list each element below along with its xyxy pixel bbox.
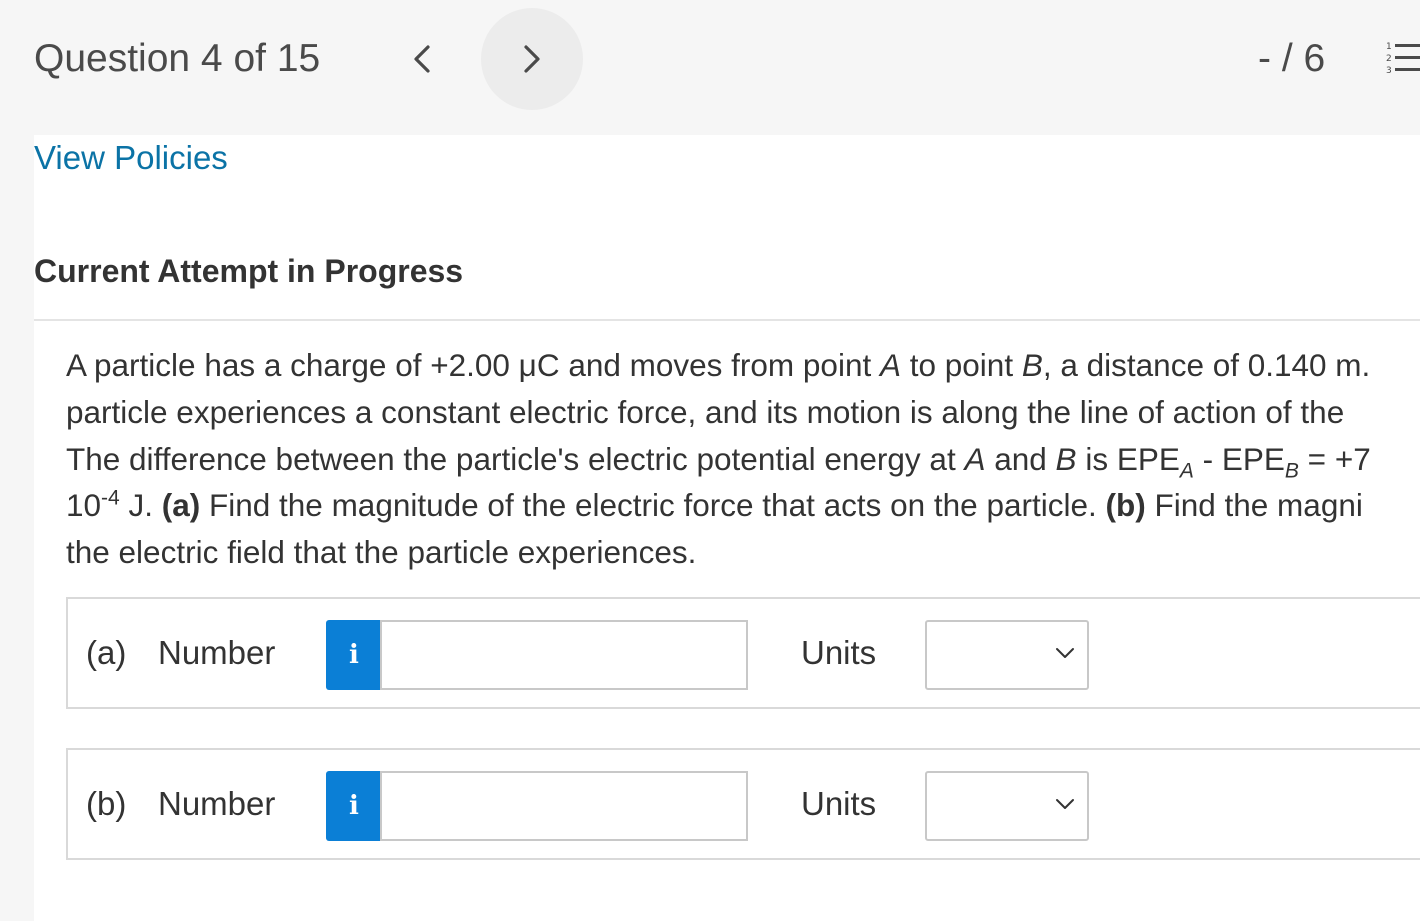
numbered-list-icon: 1 2 3 <box>1386 42 1420 76</box>
svg-text:2: 2 <box>1386 54 1392 64</box>
svg-text:3: 3 <box>1386 66 1392 76</box>
question-line-2: particle experiences a constant electric… <box>66 393 1345 430</box>
units-label: Units <box>801 634 877 671</box>
chevron-down-icon <box>1056 799 1074 809</box>
chevron-right-icon <box>524 45 540 73</box>
previous-question-button[interactable] <box>402 35 442 83</box>
number-input-a[interactable] <box>380 620 748 690</box>
question-line-5: the electric field that the particle exp… <box>66 534 697 570</box>
next-question-button[interactable] <box>481 8 583 110</box>
chevron-down-icon <box>1056 648 1074 658</box>
score-display: - / 6 <box>1258 37 1326 80</box>
answer-row-a: (a) Number i Units <box>66 597 1420 709</box>
question-line-3: The difference between the particle's el… <box>66 440 1371 482</box>
divider <box>34 319 1420 321</box>
question-counter: Question 4 of 15 <box>34 37 321 80</box>
question-line-1: A particle has a charge of +2.00 μC and … <box>66 347 1371 383</box>
number-input-b[interactable] <box>380 771 748 841</box>
chevron-left-icon <box>414 45 430 73</box>
question-list-button[interactable]: 1 2 3 <box>1386 40 1420 78</box>
number-label: Number <box>158 785 276 822</box>
part-label: (a) <box>86 634 127 671</box>
question-text: A particle has a charge of +2.00 μC and … <box>66 342 1420 576</box>
part-label: (b) <box>86 785 127 822</box>
info-icon: i <box>349 791 359 821</box>
attempt-heading: Current Attempt in Progress <box>34 253 464 289</box>
info-button[interactable]: i <box>326 771 382 841</box>
info-button[interactable]: i <box>326 620 382 690</box>
answer-row-b: (b) Number i Units <box>66 748 1420 860</box>
question-line-4: 10-4 J. (a) Find the magnitude of the el… <box>66 486 1363 524</box>
number-label: Number <box>158 634 276 671</box>
info-icon: i <box>349 640 359 670</box>
svg-text:1: 1 <box>1386 42 1392 52</box>
top-bar: Question 4 of 15 - / 6 1 2 3 <box>0 0 1420 135</box>
units-select-a[interactable] <box>925 620 1089 690</box>
units-label: Units <box>801 785 877 822</box>
view-policies-link[interactable]: View Policies <box>34 138 228 178</box>
units-select-b[interactable] <box>925 771 1089 841</box>
left-rail <box>0 135 34 921</box>
